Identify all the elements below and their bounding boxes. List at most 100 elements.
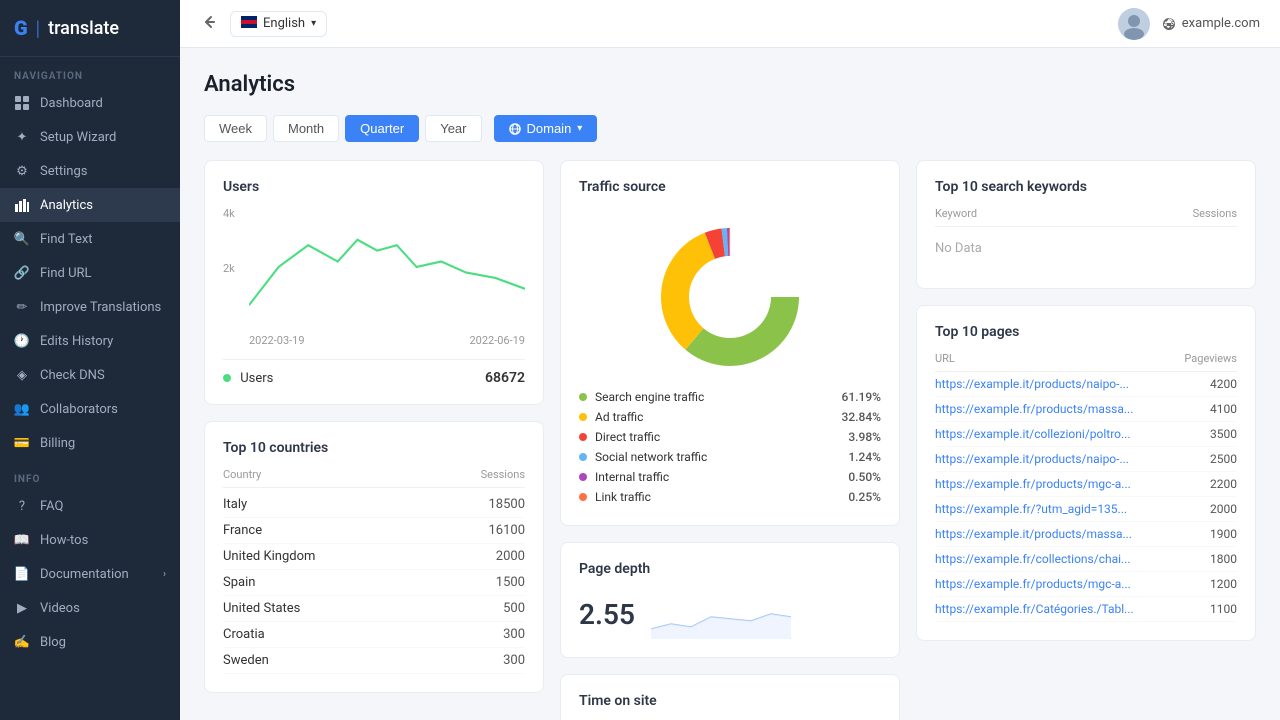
page-url[interactable]: https://example.fr/?utm_agid=135... xyxy=(935,502,1127,516)
dns-icon: ◈ xyxy=(14,367,30,383)
page-depth-card: Page depth 2.55 xyxy=(560,542,900,658)
page-url[interactable]: https://example.fr/products/massa... xyxy=(935,402,1133,416)
keywords-card: Top 10 search keywords Keyword Sessions … xyxy=(916,160,1256,289)
question-icon: ? xyxy=(14,498,30,514)
page-url[interactable]: https://example.it/products/massa... xyxy=(935,527,1132,541)
sidebar-item-collaborators[interactable]: 👥 Collaborators xyxy=(0,392,180,426)
table-row: https://example.fr/products/massa... 410… xyxy=(935,397,1237,422)
dropdown-arrow-icon: ▾ xyxy=(311,18,316,29)
country-name: Italy xyxy=(223,497,247,512)
page-url[interactable]: https://example.fr/products/mgc-a... xyxy=(935,577,1131,591)
logo-separator: | xyxy=(36,16,40,40)
avatar[interactable] xyxy=(1118,8,1150,40)
legend-dot xyxy=(579,453,587,461)
time-filter: Week Month Quarter Year Domain ▾ xyxy=(204,115,1256,142)
info-section-label: INFO xyxy=(0,460,180,489)
grid-icon xyxy=(14,95,30,111)
page-url[interactable]: https://example.it/products/naipo-... xyxy=(935,377,1129,391)
page-url[interactable]: https://example.fr/Catégories./Tabl... xyxy=(935,602,1134,616)
sidebar-item-find-text[interactable]: 🔍 Find Text xyxy=(0,222,180,256)
sidebar-item-improve-translations[interactable]: ✏ Improve Translations xyxy=(0,290,180,324)
col-sessions-header: Sessions xyxy=(1193,207,1237,220)
page-url[interactable]: https://example.it/collezioni/poltro... xyxy=(935,427,1130,441)
country-name: United States xyxy=(223,601,300,616)
users-card: Users 4k 2k 2022-03-19 2022-06-19 xyxy=(204,160,544,405)
sidebar-item-dashboard[interactable]: Dashboard xyxy=(0,86,180,120)
users-count: 68672 xyxy=(485,370,525,386)
depth-value: 2.55 xyxy=(579,598,635,631)
table-row: https://example.it/products/naipo-... 25… xyxy=(935,447,1237,472)
sidebar-item-billing[interactable]: 💳 Billing xyxy=(0,426,180,460)
sidebar-item-settings[interactable]: ⚙ Settings xyxy=(0,154,180,188)
pages-header: URL Pageviews xyxy=(935,352,1237,372)
month-button[interactable]: Month xyxy=(273,115,339,142)
language-label: English xyxy=(263,16,305,31)
domain-button[interactable]: Domain ▾ xyxy=(494,115,598,142)
sidebar-item-faq[interactable]: ? FAQ xyxy=(0,489,180,523)
table-row: https://example.fr/products/mgc-a... 220… xyxy=(935,472,1237,497)
sidebar-item-blog[interactable]: ✍ Blog xyxy=(0,625,180,659)
page-views: 2500 xyxy=(1210,452,1237,466)
table-row: https://example.fr/?utm_agid=135... 2000 xyxy=(935,497,1237,522)
x-label-end: 2022-06-19 xyxy=(469,334,525,347)
traffic-card-title: Traffic source xyxy=(579,179,881,195)
chart-icon xyxy=(14,197,30,213)
sidebar-item-setup-wizard[interactable]: ✦ Setup Wizard xyxy=(0,120,180,154)
sidebar-item-documentation[interactable]: 📄 Documentation › xyxy=(0,557,180,591)
sidebar-item-label: Blog xyxy=(40,635,66,650)
flag-icon xyxy=(241,16,257,32)
sidebar-item-label: Settings xyxy=(40,164,87,179)
page-views: 4200 xyxy=(1210,377,1237,391)
year-button[interactable]: Year xyxy=(425,115,481,142)
people-icon: 👥 xyxy=(14,401,30,417)
keywords-header: Keyword Sessions xyxy=(935,207,1237,227)
page-views: 3500 xyxy=(1210,427,1237,441)
blog-icon: ✍ xyxy=(14,634,30,650)
legend-item: Internal traffic 0.50% xyxy=(579,467,881,487)
logo-text: translate xyxy=(48,18,119,39)
doc-icon: 📄 xyxy=(14,566,30,582)
legend-dot xyxy=(579,413,587,421)
country-name: United Kingdom xyxy=(223,549,315,564)
sidebar-item-how-tos[interactable]: 📖 How-tos xyxy=(0,523,180,557)
sidebar-item-label: Collaborators xyxy=(40,402,118,417)
page-views: 1200 xyxy=(1210,577,1237,591)
table-row: https://example.fr/collections/chai... 1… xyxy=(935,547,1237,572)
sidebar-item-find-url[interactable]: 🔗 Find URL xyxy=(0,256,180,290)
legend-item: Link traffic 0.25% xyxy=(579,487,881,507)
back-button[interactable] xyxy=(200,13,218,35)
sidebar-item-analytics[interactable]: Analytics xyxy=(0,188,180,222)
sidebar-item-label: Videos xyxy=(40,601,80,616)
page-url[interactable]: https://example.fr/products/mgc-a... xyxy=(935,477,1131,491)
language-selector[interactable]: English ▾ xyxy=(230,11,327,37)
pages-card-title: Top 10 pages xyxy=(935,324,1237,340)
week-button[interactable]: Week xyxy=(204,115,267,142)
quarter-button[interactable]: Quarter xyxy=(345,115,419,142)
legend-pct: 0.25% xyxy=(848,490,881,504)
page-views: 1800 xyxy=(1210,552,1237,566)
sessions-value: 16100 xyxy=(488,523,525,538)
logo: G | translate xyxy=(0,0,180,57)
page-url[interactable]: https://example.it/products/naipo-... xyxy=(935,452,1129,466)
domain-btn-label: Domain xyxy=(527,121,572,136)
legend-pct: 1.24% xyxy=(848,450,881,464)
sidebar-item-videos[interactable]: ▶ Videos xyxy=(0,591,180,625)
page-url[interactable]: https://example.fr/collections/chai... xyxy=(935,552,1131,566)
sidebar-item-label: Edits History xyxy=(40,334,113,349)
sessions-value: 300 xyxy=(503,653,525,668)
chevron-right-icon: › xyxy=(163,569,166,580)
sidebar-item-edits-history[interactable]: 🕐 Edits History xyxy=(0,324,180,358)
legend-label: Search engine traffic xyxy=(595,390,704,404)
sidebar-item-label: Improve Translations xyxy=(40,300,161,315)
sidebar-item-check-dns[interactable]: ◈ Check DNS xyxy=(0,358,180,392)
users-chart: 4k 2k 2022-03-19 2022-06-19 xyxy=(223,207,525,347)
edit-icon: ✏ xyxy=(14,299,30,315)
legend-item: Direct traffic 3.98% xyxy=(579,427,881,447)
page-views: 4100 xyxy=(1210,402,1237,416)
time-on-site-card: Time on site xyxy=(560,674,900,720)
table-row: https://example.it/products/massa... 190… xyxy=(935,522,1237,547)
sessions-value: 500 xyxy=(503,601,525,616)
col-pageviews-header: Pageviews xyxy=(1184,352,1237,365)
main-panel: English ▾ example.com Analytics Week Mon… xyxy=(180,0,1280,720)
sessions-value: 18500 xyxy=(488,497,525,512)
